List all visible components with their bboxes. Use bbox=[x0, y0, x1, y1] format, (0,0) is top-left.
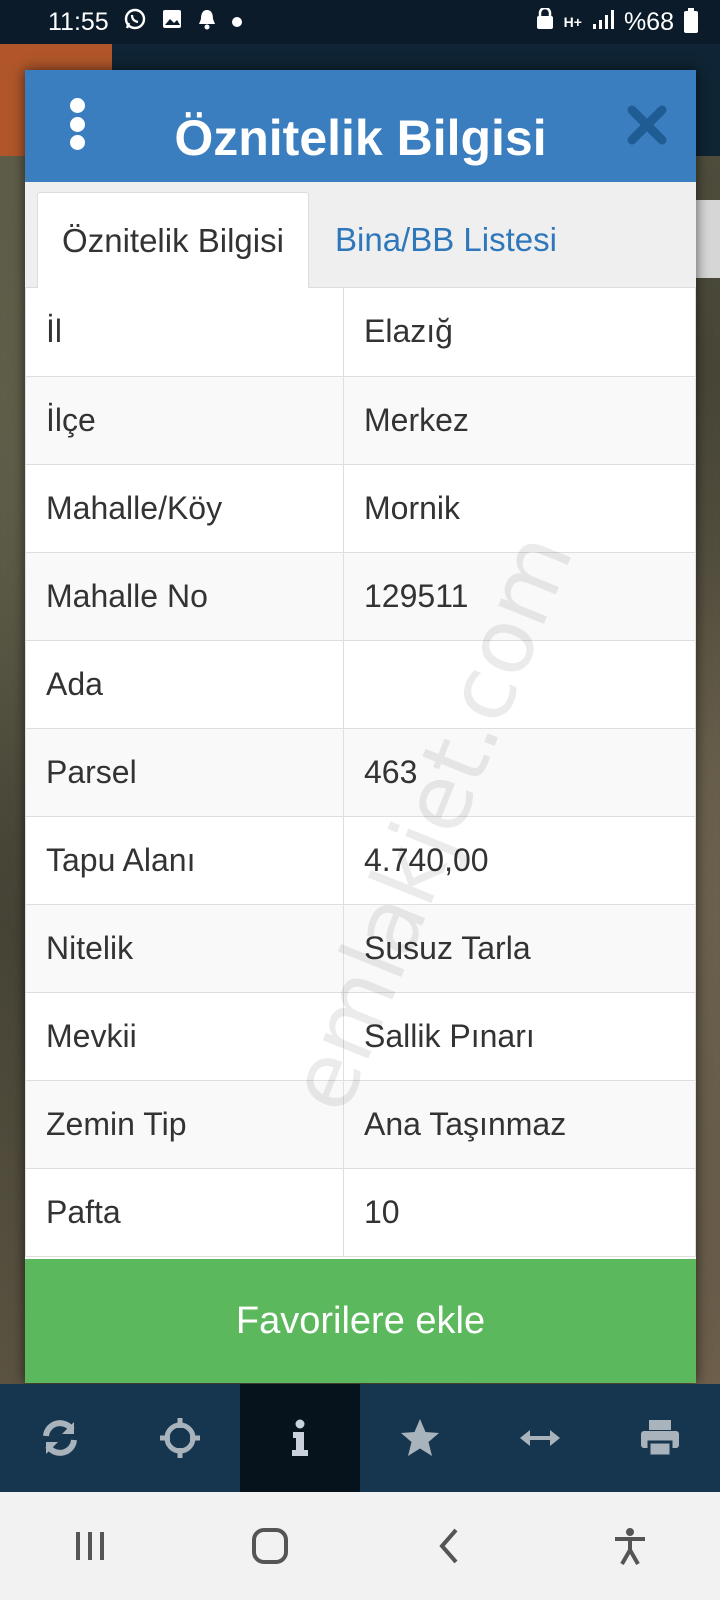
lock-icon bbox=[536, 6, 554, 37]
attribute-dialog: Öznitelik Bilgisi Öznitelik Bilgisi Bina… bbox=[25, 70, 696, 1383]
row-value: Elazığ bbox=[343, 288, 696, 377]
whatsapp-icon bbox=[123, 7, 147, 37]
status-bar: 11:55 H+ %68 bbox=[0, 0, 720, 44]
recent-apps-icon[interactable] bbox=[50, 1506, 130, 1586]
close-icon[interactable] bbox=[626, 104, 668, 146]
row-key: Ada bbox=[25, 639, 344, 729]
row-key: Pafta bbox=[25, 1167, 344, 1257]
table-row: Mevkii Sallik Pınarı bbox=[25, 991, 696, 1081]
system-nav-bar bbox=[0, 1492, 720, 1600]
table-row: Nitelik Susuz Tarla bbox=[25, 903, 696, 993]
row-key: Mevkii bbox=[25, 991, 344, 1081]
refresh-icon[interactable] bbox=[0, 1384, 120, 1492]
add-favorite-button[interactable]: Favorilere ekle bbox=[25, 1259, 696, 1383]
row-value: Merkez bbox=[343, 375, 696, 465]
kebab-menu-icon[interactable] bbox=[69, 98, 85, 150]
row-key: Zemin Tip bbox=[25, 1079, 344, 1169]
locate-icon[interactable] bbox=[120, 1384, 240, 1492]
star-icon[interactable] bbox=[360, 1384, 480, 1492]
back-icon[interactable] bbox=[410, 1506, 490, 1586]
table-row: Tapu Alanı 4.740,00 bbox=[25, 815, 696, 905]
signal-icon bbox=[592, 8, 614, 37]
measure-icon[interactable] bbox=[480, 1384, 600, 1492]
table-row: Pafta 10 bbox=[25, 1167, 696, 1257]
row-key: Mahalle/Köy bbox=[25, 463, 344, 553]
battery-icon bbox=[684, 8, 698, 33]
status-time: 11:55 bbox=[48, 7, 109, 36]
row-key: Nitelik bbox=[25, 903, 344, 993]
dialog-header: Öznitelik Bilgisi bbox=[25, 70, 696, 182]
table-row: Zemin Tip Ana Taşınmaz bbox=[25, 1079, 696, 1169]
row-value bbox=[343, 639, 696, 729]
info-icon[interactable] bbox=[240, 1384, 360, 1492]
bottom-toolbar bbox=[0, 1384, 720, 1492]
dot-icon bbox=[231, 11, 243, 34]
network-type: H+ bbox=[563, 14, 582, 30]
table-row: Mahalle/Köy Mornik bbox=[25, 463, 696, 553]
row-key: Parsel bbox=[25, 727, 344, 817]
table-row: Ada bbox=[25, 639, 696, 729]
bell-icon bbox=[197, 8, 217, 36]
row-key: Tapu Alanı bbox=[25, 815, 344, 905]
map-side-button[interactable] bbox=[694, 200, 720, 278]
table-row: Mahalle No 129511 bbox=[25, 551, 696, 641]
accessibility-icon[interactable] bbox=[590, 1506, 670, 1586]
row-value: Sallik Pınarı bbox=[343, 991, 696, 1081]
battery-percent: %68 bbox=[623, 7, 674, 36]
row-value: Ana Taşınmaz bbox=[343, 1079, 696, 1169]
row-value: 129511 bbox=[343, 551, 696, 641]
row-value: 10 bbox=[343, 1167, 696, 1257]
row-value: Susuz Tarla bbox=[343, 903, 696, 993]
table-row: İl Elazığ bbox=[25, 288, 696, 377]
tab-building-list[interactable]: Bina/BB Listesi bbox=[309, 192, 577, 288]
gallery-icon bbox=[161, 8, 183, 36]
table-row: İlçe Merkez bbox=[25, 375, 696, 465]
row-value: Mornik bbox=[343, 463, 696, 553]
attribute-table: İl Elazığ İlçe Merkez Mahalle/Köy Mornik Ma… bbox=[25, 288, 696, 1257]
row-key: Mahalle No bbox=[25, 551, 344, 641]
tab-bar: Öznitelik Bilgisi Bina/BB Listesi bbox=[25, 182, 696, 288]
row-key: İl bbox=[25, 288, 344, 377]
home-icon[interactable] bbox=[230, 1506, 310, 1586]
tab-attribute-info[interactable]: Öznitelik Bilgisi bbox=[37, 192, 309, 288]
row-value: 4.740,00 bbox=[343, 815, 696, 905]
row-key: İlçe bbox=[25, 375, 344, 465]
print-icon[interactable] bbox=[600, 1384, 720, 1492]
dialog-title: Öznitelik Bilgisi bbox=[174, 110, 547, 166]
table-row: Parsel 463 bbox=[25, 727, 696, 817]
row-value: 463 bbox=[343, 727, 696, 817]
